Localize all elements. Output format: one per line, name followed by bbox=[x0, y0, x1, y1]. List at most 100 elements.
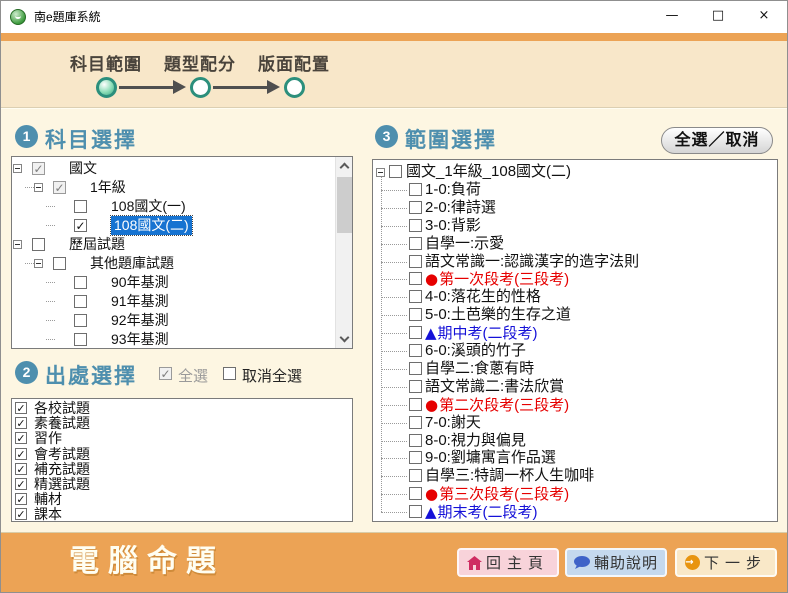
next-button[interactable]: →下一步 bbox=[675, 548, 777, 577]
list-item[interactable]: 各校試題 bbox=[12, 401, 352, 416]
tree-item[interactable]: ●第一次段考(三段考) bbox=[373, 270, 777, 288]
tree-item-label[interactable]: 語文常識一:認識漢字的造字法則 bbox=[425, 253, 639, 271]
tree-item[interactable]: 108國文(一) bbox=[12, 197, 335, 216]
tree-item[interactable]: 2-0:律詩選 bbox=[373, 199, 777, 217]
tree-item[interactable]: 4-0:落花生的性格 bbox=[373, 288, 777, 306]
tree-item[interactable]: 1年級 bbox=[12, 178, 335, 197]
tree-checkbox[interactable] bbox=[53, 257, 66, 270]
range-checkbox[interactable] bbox=[409, 290, 422, 303]
minimize-button[interactable]: — bbox=[649, 1, 695, 33]
range-checkbox[interactable] bbox=[409, 255, 422, 268]
tree-item-label[interactable]: 92年基測 bbox=[111, 311, 169, 330]
tree-item[interactable]: ▲期末考(二段考) bbox=[373, 503, 777, 521]
tree-item[interactable]: 3-0:背影 bbox=[373, 217, 777, 235]
tree-item-label[interactable]: ▲期末考(二段考) bbox=[425, 503, 538, 522]
expander-icon[interactable] bbox=[34, 259, 43, 268]
tree-item-label[interactable]: ●第三次段考(三段考) bbox=[425, 485, 569, 504]
expander-icon[interactable] bbox=[13, 164, 22, 173]
tree-item-label[interactable]: 自學三:特調一杯人生咖啡 bbox=[425, 467, 594, 485]
range-checkbox[interactable] bbox=[409, 398, 422, 411]
help-button[interactable]: 輔助說明 bbox=[565, 548, 667, 577]
tree-checkbox[interactable] bbox=[32, 162, 45, 175]
tree-item-label[interactable]: 語文常識二:書法欣賞 bbox=[425, 378, 564, 396]
list-item[interactable]: 輔材 bbox=[12, 492, 352, 507]
tree-item[interactable]: 國文 bbox=[12, 159, 335, 178]
source-checkbox[interactable] bbox=[15, 448, 27, 460]
tree-item[interactable]: 9-0:劉墉寓言作品選 bbox=[373, 449, 777, 467]
tree-checkbox[interactable] bbox=[53, 181, 66, 194]
tree-checkbox[interactable] bbox=[74, 333, 87, 346]
tree-item-label[interactable]: 1年級 bbox=[90, 178, 126, 197]
tree-item[interactable]: ●第二次段考(三段考) bbox=[373, 396, 777, 414]
range-checkbox[interactable] bbox=[409, 344, 422, 357]
tree-item-label[interactable]: 7-0:謝天 bbox=[425, 414, 481, 432]
tree-item-label[interactable]: 3-0:背影 bbox=[425, 217, 481, 235]
tree-checkbox[interactable] bbox=[32, 238, 45, 251]
range-checkbox[interactable] bbox=[409, 219, 422, 232]
tree-item-label[interactable]: 自學二:食蔥有時 bbox=[425, 360, 534, 378]
tree-item-label[interactable]: 108國文(一) bbox=[111, 197, 186, 216]
tree-checkbox[interactable] bbox=[74, 276, 87, 289]
tree-item[interactable]: 自學三:特調一杯人生咖啡 bbox=[373, 467, 777, 485]
scroll-down-icon[interactable] bbox=[340, 333, 350, 343]
tree-item[interactable]: 語文常識二:書法欣賞 bbox=[373, 378, 777, 396]
deselect-all-checkbox[interactable] bbox=[223, 367, 236, 380]
tree-item[interactable]: 91年基測 bbox=[12, 292, 335, 311]
tree-item-label[interactable]: 6-0:溪頭的竹子 bbox=[425, 342, 526, 360]
tree-item[interactable]: 其他題庫試題 bbox=[12, 254, 335, 273]
tree-item-label[interactable]: 93年基測 bbox=[111, 330, 169, 349]
range-checkbox[interactable] bbox=[409, 237, 422, 250]
tree-item-label[interactable]: ▲期中考(二段考) bbox=[425, 324, 538, 343]
range-checkbox[interactable] bbox=[409, 416, 422, 429]
select-all-checkbox[interactable] bbox=[159, 367, 172, 380]
tree-item-label[interactable]: 8-0:視力與偏見 bbox=[425, 432, 526, 450]
range-checkbox[interactable] bbox=[409, 380, 422, 393]
tree-item[interactable]: ●第三次段考(三段考) bbox=[373, 485, 777, 503]
range-checkbox[interactable] bbox=[409, 469, 422, 482]
tree-item[interactable]: 90年基測 bbox=[12, 273, 335, 292]
tree-item[interactable]: 92年基測 bbox=[12, 311, 335, 330]
tree-item-label[interactable]: ●第二次段考(三段考) bbox=[425, 396, 569, 415]
list-item[interactable]: 習作 bbox=[12, 431, 352, 446]
close-button[interactable]: × bbox=[741, 1, 787, 33]
range-checkbox[interactable] bbox=[409, 308, 422, 321]
tree-item[interactable]: 6-0:溪頭的竹子 bbox=[373, 342, 777, 360]
tree-checkbox[interactable] bbox=[74, 295, 87, 308]
home-button[interactable]: 回主頁 bbox=[457, 548, 559, 577]
tree-item[interactable]: 5-0:土芭樂的生存之道 bbox=[373, 306, 777, 324]
list-item[interactable]: 會考試題 bbox=[12, 447, 352, 462]
tree-item-label[interactable]: 歷屆試題 bbox=[69, 235, 125, 254]
source-checkbox[interactable] bbox=[15, 508, 27, 520]
tree-item[interactable]: ▲期中考(二段考) bbox=[373, 324, 777, 342]
tree-item[interactable]: 國文_1年級_108國文(二) bbox=[373, 163, 777, 181]
tree-item[interactable]: 歷屆試題 bbox=[12, 235, 335, 254]
range-checkbox[interactable] bbox=[409, 505, 422, 518]
scrollbar-thumb[interactable] bbox=[337, 177, 352, 233]
source-checkbox[interactable] bbox=[15, 463, 27, 475]
expander-icon[interactable] bbox=[34, 183, 43, 192]
maximize-button[interactable]: □ bbox=[695, 1, 741, 33]
tree-item[interactable]: 語文常識一:認識漢字的造字法則 bbox=[373, 253, 777, 271]
tree-item[interactable]: 自學一:示愛 bbox=[373, 235, 777, 253]
range-checkbox[interactable] bbox=[409, 272, 422, 285]
range-checkbox[interactable] bbox=[409, 487, 422, 500]
expander-icon[interactable] bbox=[13, 240, 22, 249]
tree-item-label[interactable]: 2-0:律詩選 bbox=[425, 199, 496, 217]
scroll-up-icon[interactable] bbox=[340, 163, 350, 173]
range-checkbox[interactable] bbox=[409, 326, 422, 339]
tree-item-label[interactable]: 91年基測 bbox=[111, 292, 169, 311]
tree-item[interactable]: 93年基測 bbox=[12, 330, 335, 349]
tree-checkbox[interactable] bbox=[74, 314, 87, 327]
tree-item-label[interactable]: 1-0:負荷 bbox=[425, 181, 481, 199]
tree-item-label[interactable]: 4-0:落花生的性格 bbox=[425, 288, 541, 306]
source-checkbox[interactable] bbox=[15, 478, 27, 490]
subject-tree-scrollbar[interactable] bbox=[335, 157, 352, 348]
source-checkbox[interactable] bbox=[15, 402, 27, 414]
range-checkbox[interactable] bbox=[409, 434, 422, 447]
source-checkbox[interactable] bbox=[15, 417, 27, 429]
tree-item[interactable]: 7-0:謝天 bbox=[373, 414, 777, 432]
range-checkbox[interactable] bbox=[409, 183, 422, 196]
range-checkbox[interactable] bbox=[409, 201, 422, 214]
range-checkbox[interactable] bbox=[409, 362, 422, 375]
list-item[interactable]: 補充試題 bbox=[12, 462, 352, 477]
